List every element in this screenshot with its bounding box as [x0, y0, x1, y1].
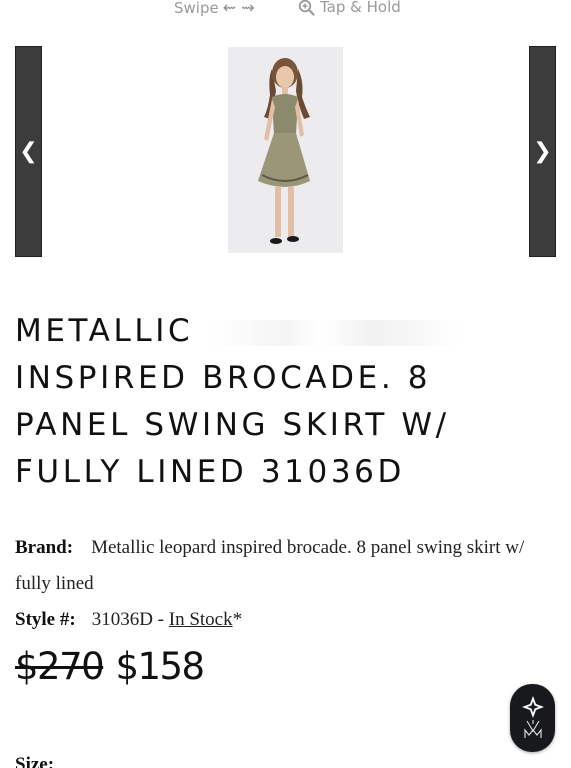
style-label: Style #:: [15, 609, 76, 630]
tap-hold-label: Tap & Hold: [320, 0, 401, 16]
price-block: $270 $158: [15, 645, 205, 688]
original-price: $270: [15, 645, 105, 688]
swipe-hint: Swipe ⇜ ⇝: [174, 0, 255, 17]
swipe-arrows-icon: ⇜ ⇝: [222, 0, 255, 17]
girl-in-dress-illustration: [228, 47, 343, 253]
swipe-hint-label: Swipe: [174, 0, 219, 17]
brand-row: Brand: Metallic leopard inspired brocade.…: [15, 530, 555, 602]
style-value: 31036D -: [91, 609, 169, 630]
brand-value: Metallic leopard inspired brocade. 8 pan…: [15, 537, 525, 594]
gesture-hint-bar: Swipe ⇜ ⇝ Tap & Hold: [0, 0, 571, 20]
product-title: METALLIC INSPIRED BROCADE. 8 PANEL SWING…: [15, 308, 555, 496]
style-row: Style #: 31036D - In Stock*: [15, 602, 555, 638]
product-title-rest: INSPIRED BROCADE. 8 PANEL SWING SKIRT W/…: [15, 360, 450, 490]
brand-logo-icon: [521, 696, 544, 738]
sale-price: $158: [115, 645, 205, 688]
brand-label: Brand:: [15, 537, 74, 558]
in-stock-link[interactable]: In Stock: [169, 609, 233, 630]
product-image[interactable]: [228, 47, 343, 253]
chevron-right-icon: ❯: [533, 138, 552, 164]
tap-hold-hint: Tap & Hold: [298, 0, 401, 16]
size-label: Size:: [15, 754, 55, 768]
product-title-line1: METALLIC: [15, 313, 194, 349]
chevron-left-icon: ❮: [19, 138, 38, 164]
gallery-next-button[interactable]: ❯: [529, 46, 556, 257]
brand-logo-button[interactable]: [510, 684, 555, 752]
stock-asterisk: *: [232, 609, 243, 630]
redacted-text-overlay: [206, 319, 462, 346]
zoom-icon: [298, 0, 315, 16]
product-gallery[interactable]: ❮ ❯: [15, 46, 556, 257]
gallery-prev-button[interactable]: ❮: [15, 46, 42, 257]
product-details: Brand: Metallic leopard inspired brocade.…: [15, 530, 555, 638]
